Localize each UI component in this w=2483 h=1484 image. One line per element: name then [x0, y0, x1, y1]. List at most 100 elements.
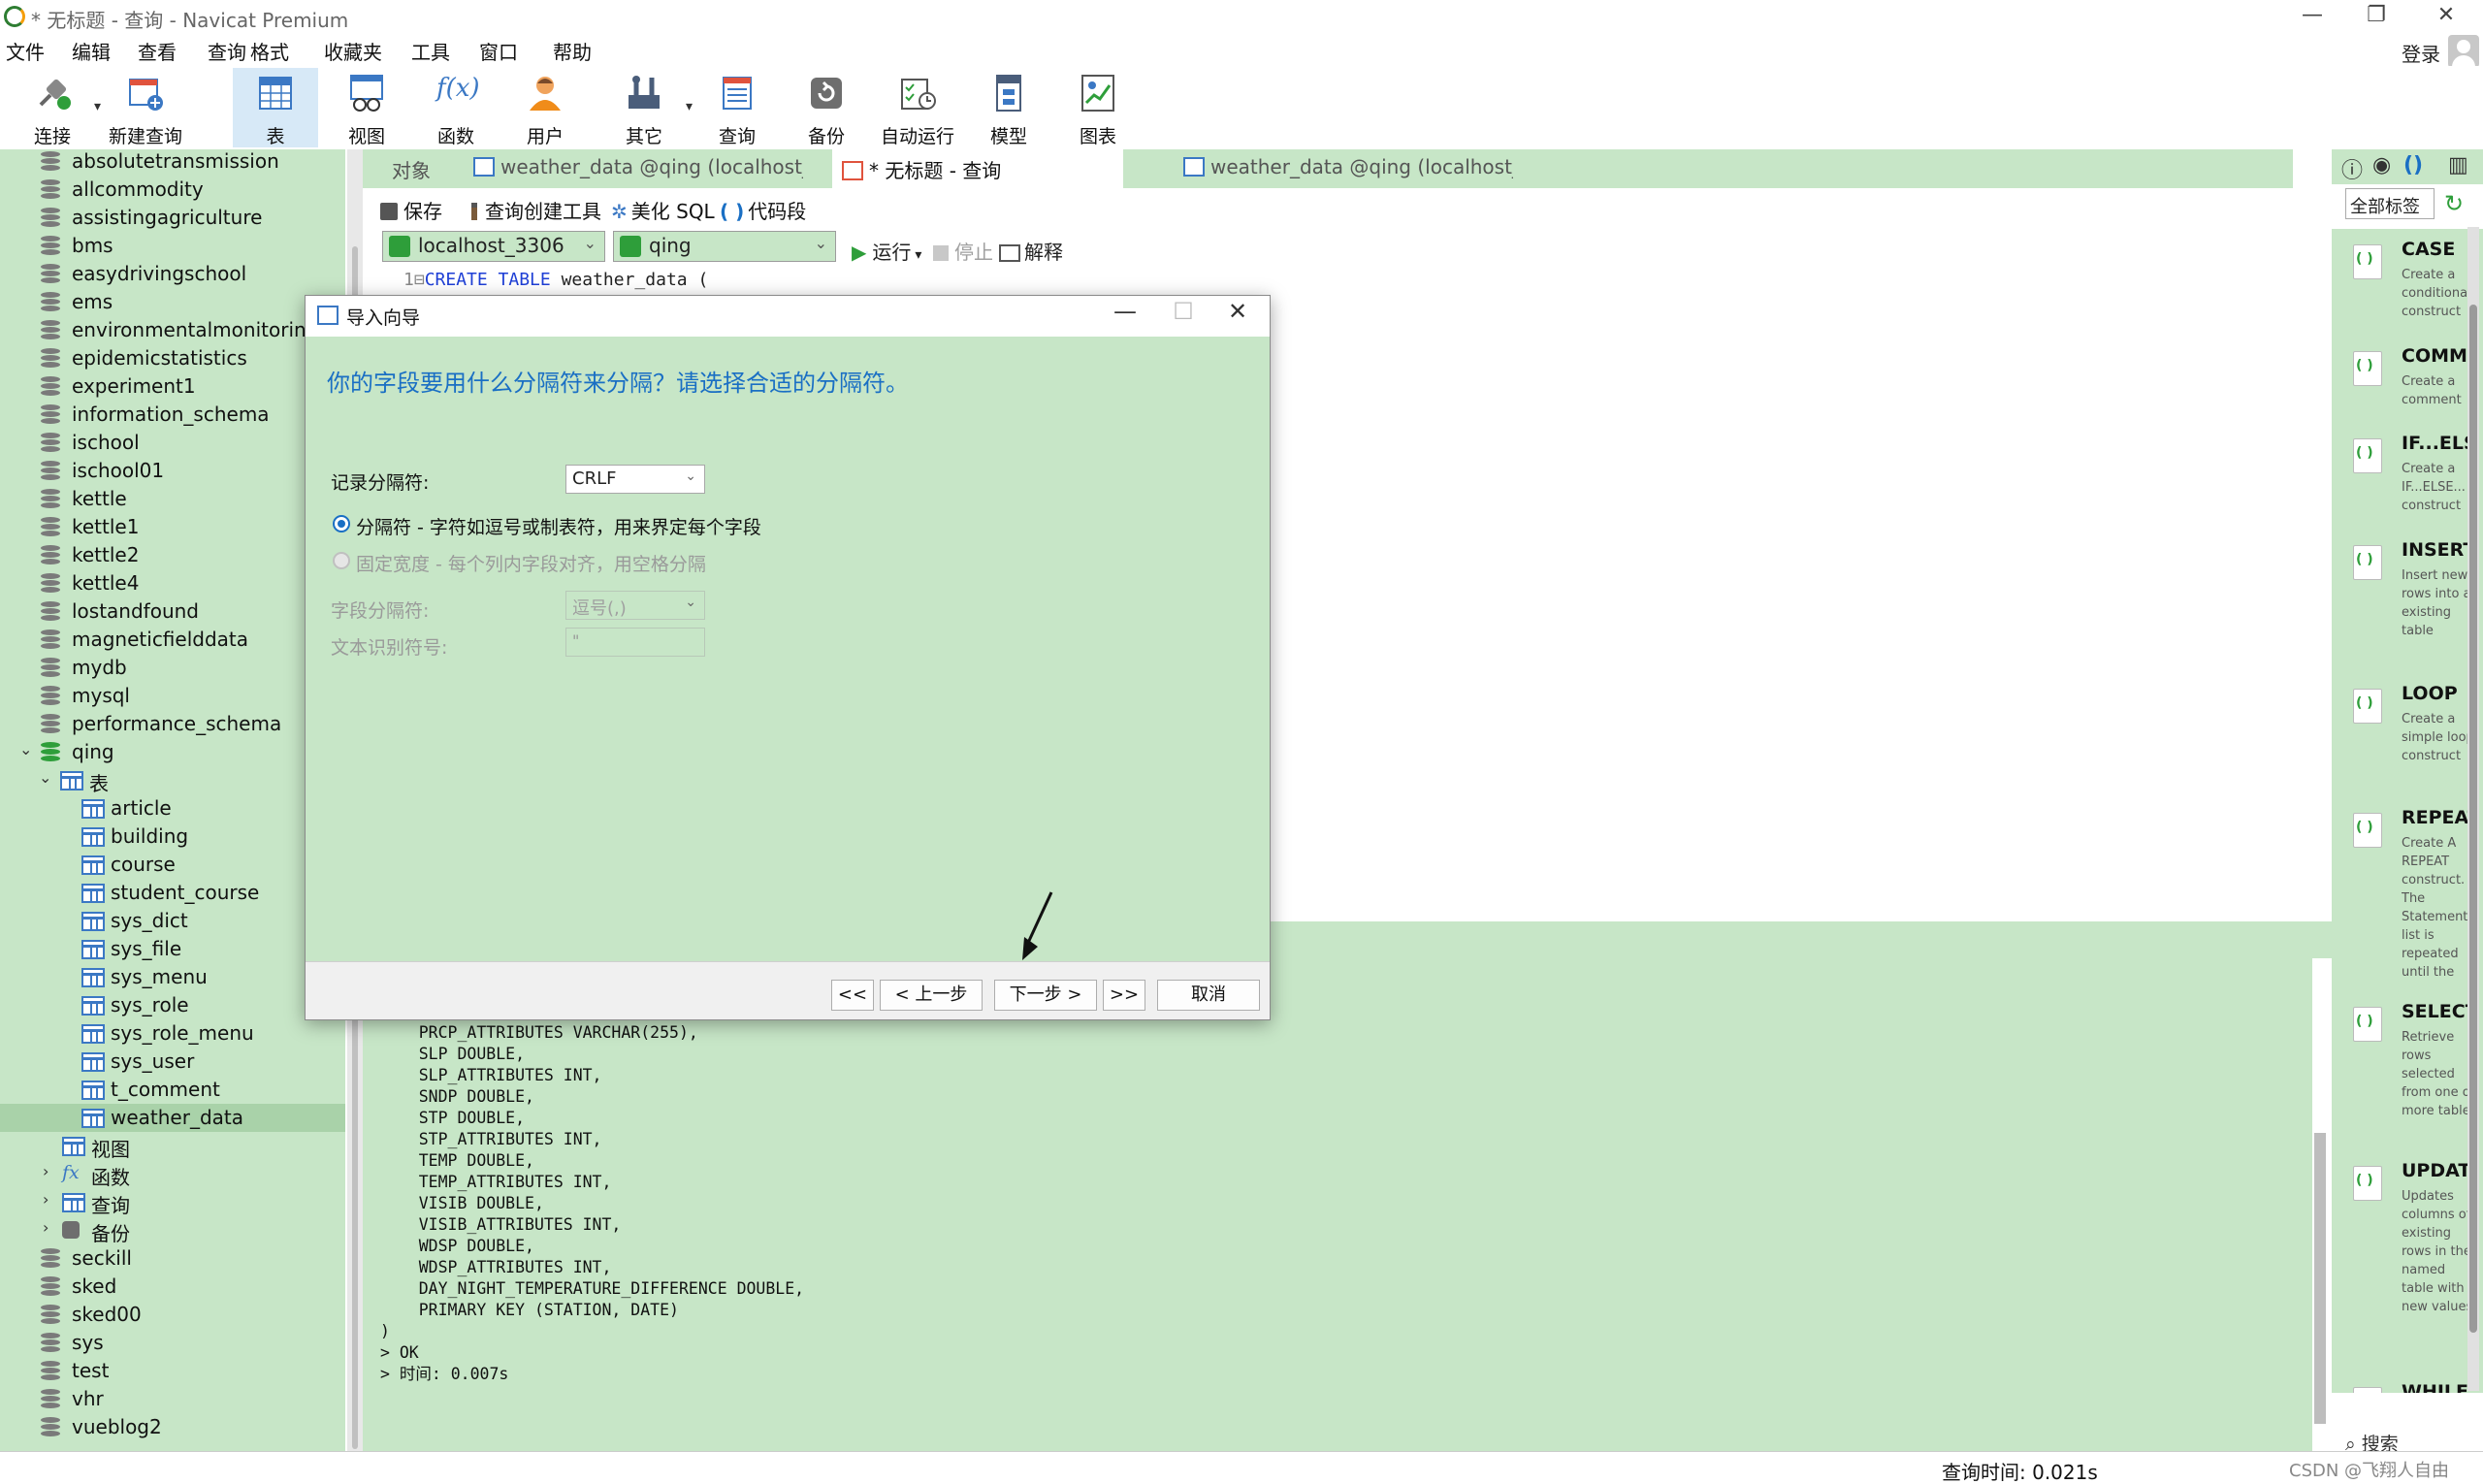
views-button[interactable]: 视图: [324, 68, 409, 147]
fixed-width-label[interactable]: 固定宽度 - 每个列内字段对齐，用空格分隔: [356, 550, 706, 576]
functions-button[interactable]: f(x) 函数: [413, 68, 499, 147]
record-separator-select[interactable]: CRLF ⌄: [565, 465, 705, 494]
menu-help[interactable]: 帮助: [553, 37, 592, 65]
dialog-close-button[interactable]: ✕: [1213, 298, 1262, 325]
fixed-width-radio[interactable]: [333, 552, 350, 569]
collapse-arrow-icon[interactable]: ›: [43, 1218, 48, 1237]
tree-database[interactable]: vhr: [0, 1385, 345, 1413]
automation-button[interactable]: 自动运行: [875, 68, 960, 147]
cancel-button[interactable]: 取消: [1157, 980, 1260, 1011]
tree-database[interactable]: environmentalmonitoring: [0, 316, 345, 344]
snippet-item[interactable]: CASECreate a conditional construct: [2332, 239, 2477, 345]
tree-table-student_course[interactable]: student_course: [0, 879, 345, 907]
output-scrollbar[interactable]: [2314, 1133, 2326, 1424]
tree-database[interactable]: absolutetransmission: [0, 149, 345, 176]
tree-node-view[interactable]: 视图: [0, 1132, 345, 1161]
menu-query[interactable]: 查询: [208, 37, 246, 65]
tree-database[interactable]: kettle1: [0, 513, 345, 541]
field-separator-select[interactable]: 逗号(,) ⌄: [565, 591, 705, 620]
delimited-label[interactable]: 分隔符 - 字符如逗号或制表符，用来界定每个字段: [356, 513, 761, 539]
tree-table-weather_data[interactable]: weather_data: [0, 1104, 345, 1132]
tree-node-backup[interactable]: › 备份: [0, 1216, 345, 1245]
tree-database[interactable]: mysql: [0, 682, 345, 710]
tree-database[interactable]: bms: [0, 232, 345, 260]
info-icon[interactable]: ⓘ: [2341, 153, 2363, 184]
tree-table-sys_menu[interactable]: sys_menu: [0, 963, 345, 991]
collapse-arrow-icon[interactable]: ›: [43, 1162, 48, 1180]
text-qualifier-input[interactable]: ": [565, 628, 705, 657]
tree-table-sys_role_menu[interactable]: sys_role_menu: [0, 1019, 345, 1048]
snippet-item[interactable]: UPDATEUpdates columns of existing rows i…: [2332, 1160, 2479, 1381]
dialog-minimize-button[interactable]: —: [1101, 298, 1149, 325]
queries-button[interactable]: 查询: [694, 68, 780, 147]
connect-button[interactable]: 连接 ▾: [10, 68, 101, 147]
tree-database[interactable]: magneticfielddata: [0, 626, 345, 654]
tree-database[interactable]: kettle2: [0, 541, 345, 569]
tree-tables-node[interactable]: ⌄ 表: [0, 766, 345, 795]
tree-table-building[interactable]: building: [0, 823, 345, 851]
tree-table-sys_role[interactable]: sys_role: [0, 991, 345, 1019]
user-avatar-icon[interactable]: [2448, 35, 2479, 68]
snippet-tag-filter[interactable]: 全部标签: [2345, 188, 2435, 219]
save-button[interactable]: 保存: [380, 196, 442, 224]
run-button[interactable]: ▶ 运行 ▾: [852, 237, 921, 265]
model-button[interactable]: 模型: [966, 68, 1051, 147]
snippet-item[interactable]: IF...ELSECreate a IF...ELSE... construct: [2332, 433, 2479, 539]
minimize-button[interactable]: —: [2283, 0, 2341, 33]
snippet-item[interactable]: COMMENTCreate a comment: [2332, 345, 2479, 433]
tree-table-t_comment[interactable]: t_comment: [0, 1076, 345, 1104]
snippet-item[interactable]: WHILE: [2332, 1381, 2477, 1393]
tree-database[interactable]: sked00: [0, 1301, 345, 1329]
collapse-arrow-icon[interactable]: ›: [43, 1190, 48, 1209]
tab-untitled-query[interactable]: * 无标题 - 查询: [832, 149, 1123, 188]
tree-table-sys_file[interactable]: sys_file: [0, 935, 345, 963]
tree-database[interactable]: sys: [0, 1329, 345, 1357]
snippet-item[interactable]: SELECTRetrieve rows selected from one or…: [2332, 1001, 2478, 1160]
tree-database[interactable]: information_schema: [0, 401, 345, 429]
snippet-scrollbar-thumb[interactable]: [2469, 305, 2477, 1333]
menu-view[interactable]: 查看: [138, 37, 177, 65]
eye-icon[interactable]: ◉: [2372, 153, 2391, 177]
snippet-scrollbar[interactable]: [2467, 227, 2479, 1391]
tree-database[interactable]: assistingagriculture: [0, 204, 345, 232]
others-button[interactable]: 其它 ▾: [601, 68, 693, 147]
tree-node-query[interactable]: › 查询: [0, 1188, 345, 1217]
menu-file[interactable]: 文件: [6, 37, 45, 65]
tree-database[interactable]: easydrivingschool: [0, 260, 345, 288]
query-builder-button[interactable]: 查询创建工具: [471, 196, 601, 224]
tree-database[interactable]: seckill: [0, 1244, 345, 1273]
tree-database[interactable]: performance_schema: [0, 710, 345, 738]
tree-table-sys_dict[interactable]: sys_dict: [0, 907, 345, 935]
layout-icon[interactable]: ▥: [2448, 153, 2468, 177]
dialog-maximize-button[interactable]: ☐: [1159, 298, 1208, 325]
menu-favorites[interactable]: 收藏夹: [324, 37, 382, 65]
tree-database[interactable]: ischool01: [0, 457, 345, 485]
menu-window[interactable]: 窗口: [479, 37, 518, 65]
connect-dropdown-icon[interactable]: ▾: [94, 99, 101, 114]
expand-arrow-icon[interactable]: ⌄: [39, 768, 51, 787]
refresh-icon[interactable]: ↻: [2444, 190, 2464, 217]
snippet-icon[interactable]: (): [2403, 153, 2423, 177]
tree-table-article[interactable]: article: [0, 794, 345, 823]
code-snippet-button[interactable]: ( ) 代码段: [720, 196, 806, 224]
delimited-radio[interactable]: [333, 515, 350, 532]
charts-button[interactable]: 图表: [1055, 68, 1141, 147]
database-select[interactable]: qing ⌄: [613, 231, 836, 262]
snippet-item[interactable]: INSERTInsert new rows into an existing t…: [2332, 539, 2479, 683]
connection-select[interactable]: localhost_3306 ⌄: [382, 231, 605, 262]
explain-button[interactable]: 解释: [999, 237, 1063, 265]
snippet-item[interactable]: LOOPCreate a simple loop construct: [2332, 683, 2477, 807]
tree-database[interactable]: lostandfound: [0, 597, 345, 626]
snippet-item[interactable]: REPEATCreate A REPEAT construct. The Sta…: [2332, 807, 2479, 1001]
dialog-title-bar[interactable]: 导入向导 — ☐ ✕: [306, 296, 1270, 337]
tree-database[interactable]: ischool: [0, 429, 345, 457]
run-dropdown-icon[interactable]: ▾: [915, 247, 921, 263]
tree-database[interactable]: allcommodity: [0, 176, 345, 204]
tables-button[interactable]: 表: [233, 68, 318, 147]
tree-database[interactable]: test: [0, 1357, 345, 1385]
tab-weather-data-1[interactable]: weather_data @qing (localhost_330...: [464, 149, 803, 188]
tree-table-course[interactable]: course: [0, 851, 345, 879]
tree-database[interactable]: kettle: [0, 485, 345, 513]
stop-button[interactable]: 停止: [933, 237, 993, 265]
tree-database[interactable]: ems: [0, 288, 345, 316]
